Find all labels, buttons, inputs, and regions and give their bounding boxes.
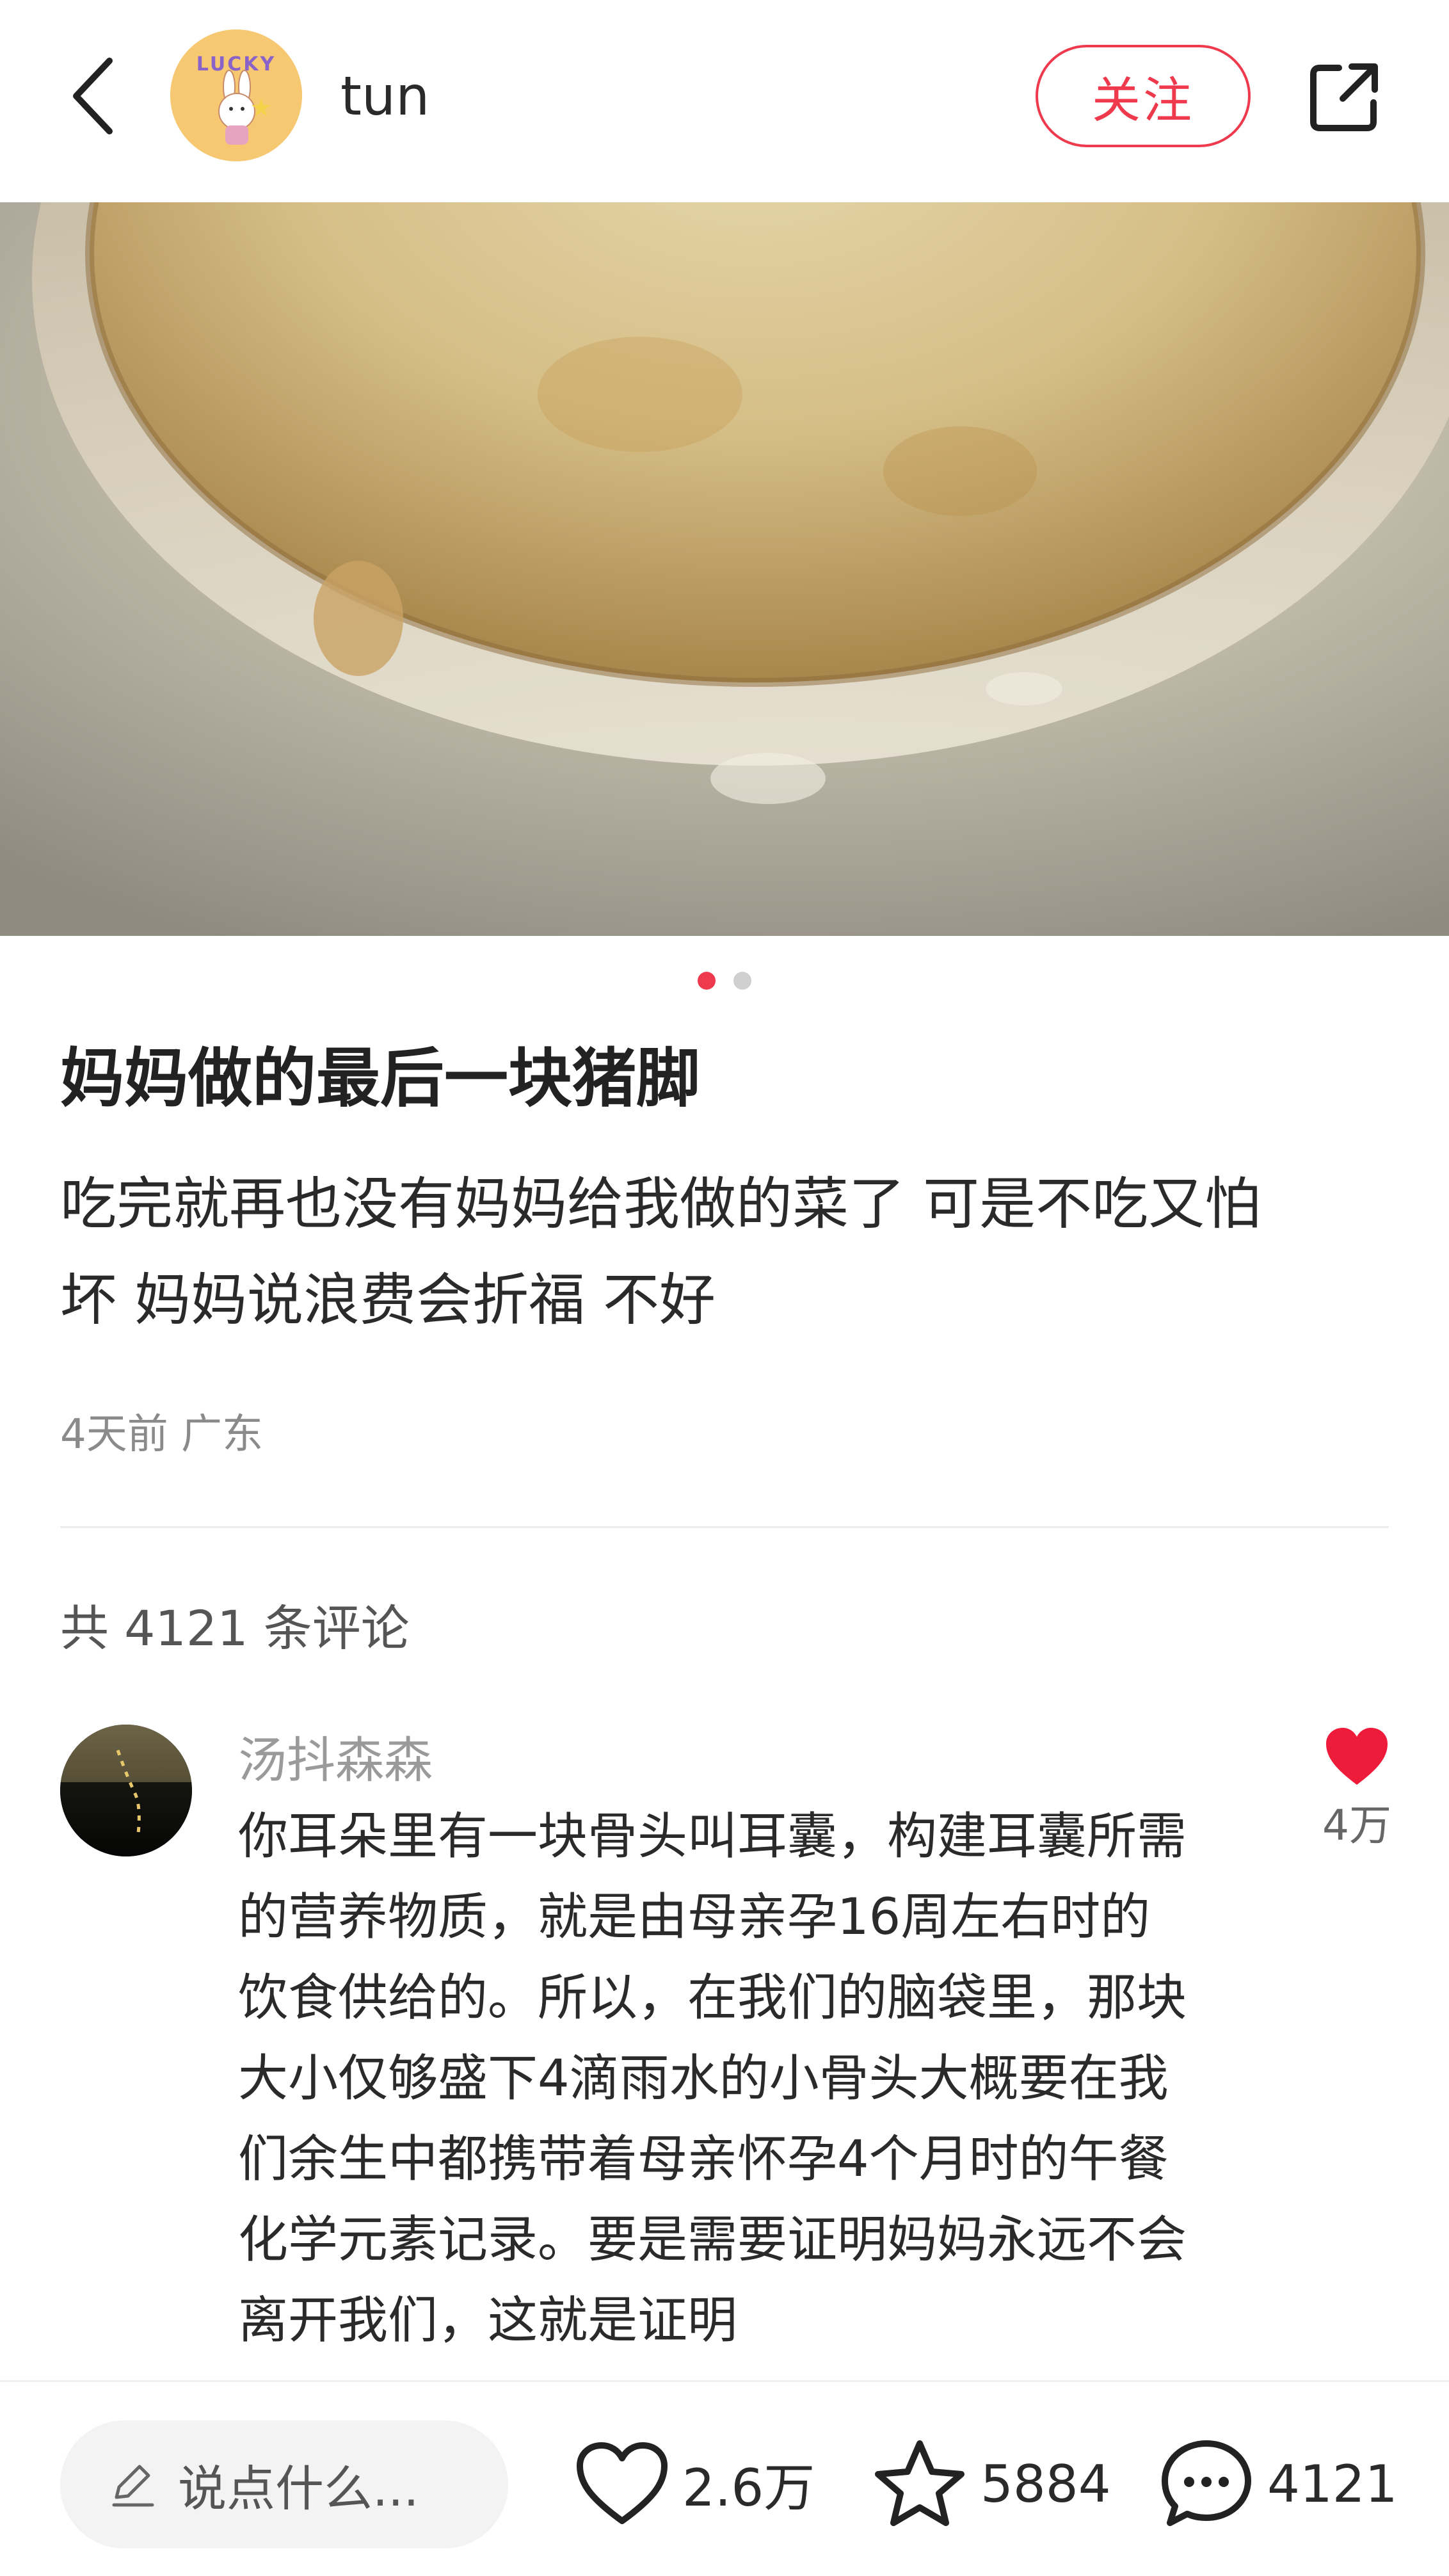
carousel-dot[interactable] — [733, 972, 751, 990]
post-title: 妈妈做的最后一块猪脚 — [60, 1041, 700, 1116]
bunny-avatar-icon: LUCKY — [170, 29, 302, 161]
pen-icon — [112, 2465, 154, 2507]
comment-input-placeholder: 说点什么... — [178, 2460, 419, 2517]
post-photo[interactable] — [0, 202, 1449, 936]
post-body-line: 坏 妈妈说浪费会折福 不好 — [60, 1267, 716, 1333]
like-button[interactable]: 2.6万 — [575, 2436, 815, 2532]
comment-line: 大小仅够盛下4滴雨水的小骨头大概要在我 — [238, 2050, 1169, 2107]
back-button[interactable] — [58, 51, 128, 141]
chat-bubble-icon — [1162, 2440, 1251, 2526]
comment-author[interactable]: 汤抖森森 — [238, 1728, 433, 1792]
star-icon — [875, 2440, 965, 2526]
post-body-line: 吃完就再也没有妈妈给我做的菜了 可是不吃又怕 — [60, 1171, 1261, 1237]
post-body: 吃完就再也没有妈妈给我做的菜了 可是不吃又怕 坏 妈妈说浪费会折福 不好 — [60, 1156, 1398, 1348]
follow-button[interactable]: 关注 — [1036, 45, 1251, 147]
comment-line: 化学元素记录。要是需要证明妈妈永远不会 — [238, 2211, 1187, 2269]
comment-count: 4121 — [1267, 2454, 1398, 2514]
post-meta: 4天前 广东 — [60, 1411, 264, 1458]
comment-count-label: 共 4121 条评论 — [60, 1600, 410, 1657]
comment-text: 你耳朵里有一块骨头叫耳囊，构建耳囊所需 的营养物质，就是由母亲孕16周左右时的 … — [238, 1796, 1262, 2361]
collect-button[interactable]: 5884 — [872, 2436, 1111, 2532]
divider — [60, 1526, 1389, 1528]
comment-line: 的营养物质，就是由母亲孕16周左右时的 — [238, 1888, 1151, 1946]
comment-line: 你耳朵里有一块骨头叫耳囊，构建耳囊所需 — [238, 1808, 1187, 1865]
comment-button[interactable]: 4121 — [1158, 2436, 1398, 2532]
commenter-avatar[interactable] — [60, 1725, 192, 1856]
pot-bottom-photo — [0, 202, 1449, 936]
comment-line: 离开我们，这就是证明 — [238, 2292, 738, 2349]
comment-line: 饮食供给的。所以，在我们的脑袋里，那块 — [238, 1969, 1187, 2027]
carousel-indicator — [0, 972, 1449, 992]
author-name[interactable]: tun — [340, 64, 429, 128]
night-light-avatar-icon — [60, 1725, 192, 1856]
chevron-left-icon — [73, 58, 113, 134]
share-icon — [1310, 63, 1378, 131]
heart-icon — [1326, 1728, 1388, 1785]
comment-like-count: 4万 — [1322, 1801, 1391, 1850]
comment-like-button[interactable]: 4万 — [1312, 1726, 1402, 1880]
share-button[interactable] — [1299, 52, 1389, 142]
comment-input[interactable]: 说点什么... — [60, 2420, 508, 2548]
heart-icon — [577, 2442, 668, 2524]
avatar-lucky-text: LUCKY — [196, 53, 276, 76]
bottom-action-bar: 说点什么... 2.6万 5884 4121 — [0, 2380, 1449, 2576]
like-count: 2.6万 — [682, 2458, 815, 2518]
comment-line: 们余生中都携带着母亲怀孕4个月时的午餐 — [238, 2130, 1169, 2188]
post-header: LUCKY tun 关注 — [0, 0, 1449, 202]
author-avatar[interactable]: LUCKY — [170, 29, 302, 161]
carousel-dot-active[interactable] — [698, 972, 716, 990]
collect-count: 5884 — [981, 2454, 1111, 2514]
